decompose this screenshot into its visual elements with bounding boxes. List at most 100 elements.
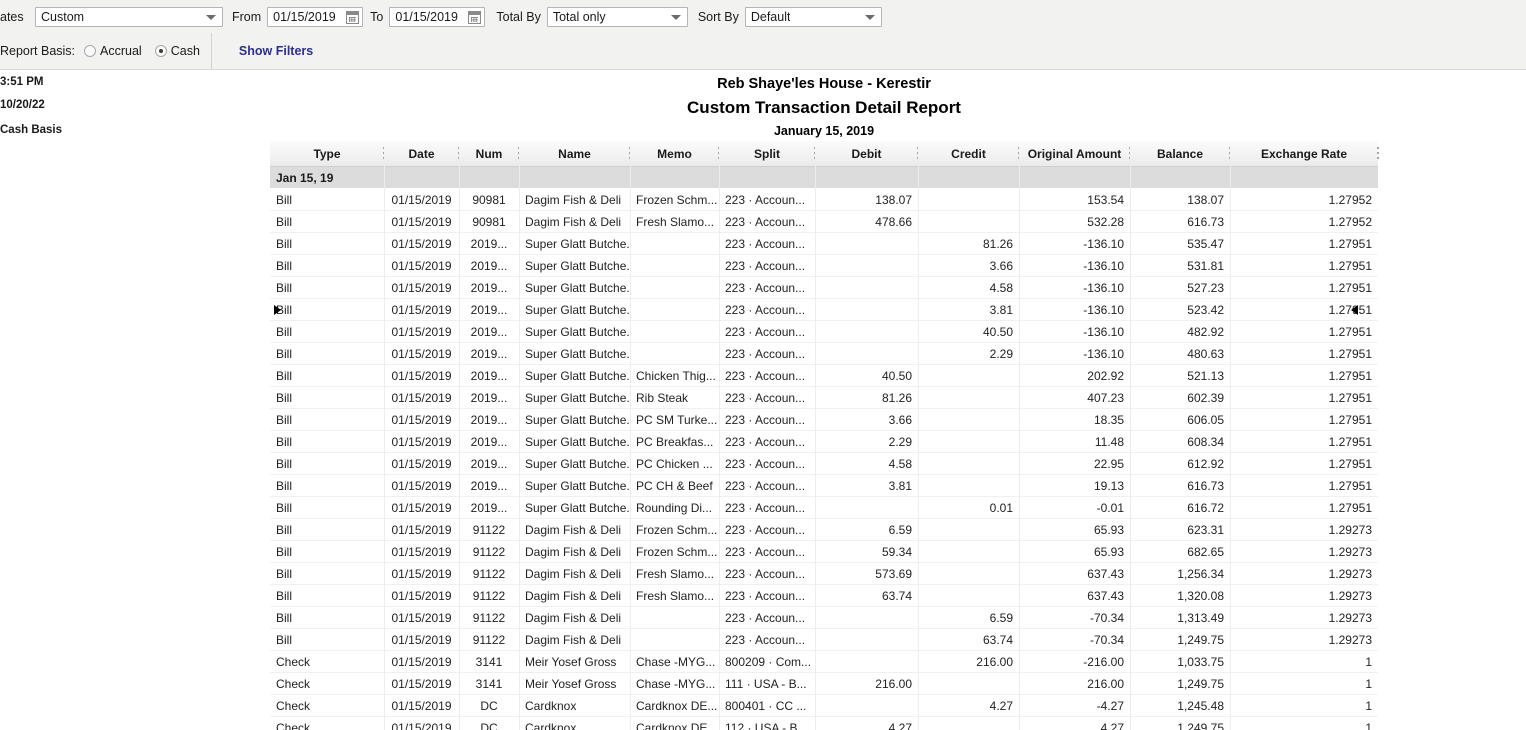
show-filters-link[interactable]: Show Filters — [239, 44, 313, 58]
radio-cash-icon[interactable] — [154, 45, 167, 57]
from-date-value: 01/15/2019 — [273, 9, 336, 24]
radio-accrual[interactable]: Accrual — [84, 44, 142, 58]
table-cell-exchange-rate: 1.27951 — [1230, 364, 1378, 387]
column-header-name[interactable]: Name — [519, 141, 631, 167]
table-cell-memo: Chase -MYG... — [630, 672, 719, 695]
table-cell-num: 2019... — [459, 342, 519, 365]
table-row[interactable]: Bill 01/15/2019 90981 Dagim Fish & Deli Froz… — [270, 188, 1378, 211]
column-header-date[interactable]: Date — [384, 141, 460, 167]
column-resize-handle[interactable] — [1377, 147, 1380, 160]
table-cell-exchange-rate: 1 — [1230, 672, 1378, 695]
calendar-icon[interactable] — [468, 10, 482, 24]
sort-by-dropdown[interactable]: Default — [744, 6, 882, 27]
table-cell-debit: 63.74 — [815, 584, 918, 607]
table-cell-original-amount: 202.92 — [1019, 364, 1130, 387]
column-header-type[interactable]: Type — [270, 141, 385, 167]
table-row[interactable]: Bill 01/15/2019 91122 Dagim Fish & Deli 223 … — [270, 628, 1378, 651]
table-row[interactable]: Bill 01/15/2019 91122 Dagim Fish & Deli 223 … — [270, 606, 1378, 629]
table-row[interactable]: Check 01/15/2019 3141 Meir Yosef Gross Chase… — [270, 672, 1378, 695]
table-cell-credit — [918, 408, 1019, 431]
table-row[interactable]: Bill 01/15/2019 2019... Super Glatt Butche.… — [270, 276, 1378, 299]
table-row[interactable]: Bill 01/15/2019 2019... Super Glatt Butche.… — [270, 232, 1378, 255]
table-cell-memo: Frozen Schm... — [630, 518, 719, 541]
table-row[interactable]: Bill 01/15/2019 2019... Super Glatt Butche.… — [270, 430, 1378, 453]
table-cell-credit: 3.66 — [918, 254, 1019, 277]
table-row[interactable]: Bill 01/15/2019 2019... Super Glatt Butche.… — [270, 408, 1378, 431]
table-cell-original-amount: 19.13 — [1019, 474, 1130, 497]
column-header-exchange-rate[interactable]: Exchange Rate — [1230, 141, 1380, 167]
table-cell-num: 2019... — [459, 254, 519, 277]
total-by-dropdown[interactable]: Total only — [546, 6, 688, 27]
column-header-num[interactable]: Num — [459, 141, 520, 167]
table-cell-memo: Fresh Slamo... — [630, 210, 719, 233]
table-row[interactable]: Check 01/15/2019 DC Cardknox Cardknox DE... 1… — [270, 716, 1378, 730]
radio-accrual-icon[interactable] — [84, 45, 97, 57]
table-cell-split: 223 · Accoun... — [719, 210, 815, 233]
table-cell-balance: 1,245.48 — [1130, 694, 1230, 717]
table-cell-balance: 606.05 — [1130, 408, 1230, 431]
table-cell-name: Super Glatt Butche... — [519, 430, 630, 453]
table-row[interactable]: Bill 01/15/2019 2019... Super Glatt Butche.… — [270, 364, 1378, 387]
report-print-time: 3:51 PM — [0, 76, 44, 88]
table-cell-exchange-rate: 1.27951 — [1230, 342, 1378, 365]
table-cell-type: Check — [270, 672, 384, 695]
table-cell-type: Bill — [270, 540, 384, 563]
table-cell-credit: 4.27 — [918, 694, 1019, 717]
table-cell-date: 01/15/2019 — [384, 386, 459, 409]
table-row[interactable]: Bill 01/15/2019 2019... Super Glatt Butche.… — [270, 474, 1378, 497]
table-cell-memo — [630, 232, 719, 255]
calendar-icon[interactable] — [346, 10, 360, 24]
column-header-balance[interactable]: Balance — [1130, 141, 1231, 167]
table-cell-date: 01/15/2019 — [384, 320, 459, 343]
table-cell-num: 2019... — [459, 430, 519, 453]
table-cell-balance: 531.81 — [1130, 254, 1230, 277]
column-header-original-amount[interactable]: Original Amount — [1019, 141, 1131, 167]
total-by-dropdown-value: Total only — [552, 9, 606, 24]
table-cell-type: Bill — [270, 518, 384, 541]
table-cell-balance: 1,256.34 — [1130, 562, 1230, 585]
table-row[interactable]: Bill 01/15/2019 91122 Dagim Fish & Deli Froz… — [270, 540, 1378, 563]
table-cell-credit — [918, 518, 1019, 541]
table-cell-original-amount: 22.95 — [1019, 452, 1130, 475]
table-cell-type: Bill — [270, 188, 384, 211]
column-header-debit[interactable]: Debit — [815, 141, 919, 167]
table-row[interactable]: Bill 01/15/2019 91122 Dagim Fish & Deli Froz… — [270, 518, 1378, 541]
table-row[interactable]: Bill 01/15/2019 2019... Super Glatt Butche.… — [270, 496, 1378, 519]
table-row[interactable]: Check 01/15/2019 3141 Meir Yosef Gross Chase… — [270, 650, 1378, 673]
to-date-input[interactable]: 01/15/2019 — [389, 6, 486, 27]
table-row[interactable]: Bill 01/15/2019 2019... Super Glatt Butche.… — [270, 298, 1378, 321]
dates-dropdown[interactable]: Custom — [35, 6, 223, 27]
table-row[interactable]: Bill 01/15/2019 90981 Dagim Fish & Deli Fres… — [270, 210, 1378, 233]
table-cell-num: 2019... — [459, 452, 519, 475]
table-cell-num: 90981 — [459, 210, 519, 233]
table-cell-num: DC — [459, 694, 519, 717]
column-header-memo[interactable]: Memo — [630, 141, 720, 167]
table-row[interactable]: Bill 01/15/2019 91122 Dagim Fish & Deli Fres… — [270, 584, 1378, 607]
table-row[interactable]: Bill 01/15/2019 91122 Dagim Fish & Deli Fres… — [270, 562, 1378, 585]
table-row[interactable]: Bill 01/15/2019 2019... Super Glatt Butche.… — [270, 452, 1378, 475]
column-header-credit[interactable]: Credit — [918, 141, 1020, 167]
from-date-input[interactable]: 01/15/2019 — [267, 6, 364, 27]
table-cell-split: 223 · Accoun... — [719, 518, 815, 541]
table-row[interactable]: Bill 01/15/2019 2019... Super Glatt Butche.… — [270, 342, 1378, 365]
column-header-label: Type — [313, 146, 341, 161]
table-row[interactable]: Bill 01/15/2019 2019... Super Glatt Butche.… — [270, 254, 1378, 277]
table-cell-memo — [630, 254, 719, 277]
table-row[interactable]: Bill 01/15/2019 2019... Super Glatt Butche.… — [270, 386, 1378, 409]
column-header-split[interactable]: Split — [719, 141, 816, 167]
table-row[interactable]: Bill 01/15/2019 2019... Super Glatt Butche.… — [270, 320, 1378, 343]
table-row[interactable]: Check 01/15/2019 DC Cardknox Cardknox DE... 8… — [270, 694, 1378, 717]
column-divider — [384, 166, 385, 730]
table-cell-split: 223 · Accoun... — [719, 540, 815, 563]
table-cell-name: Cardknox — [519, 694, 630, 717]
table-cell-credit — [918, 562, 1019, 585]
table-cell-type: Check — [270, 694, 384, 717]
table-cell-type: Bill — [270, 628, 384, 651]
table-cell-date: 01/15/2019 — [384, 408, 459, 431]
table-cell-split: 223 · Accoun... — [719, 188, 815, 211]
table-cell-split: 800401 · CC ... — [719, 694, 815, 717]
table-cell-name: Super Glatt Butche... — [519, 232, 630, 255]
radio-cash[interactable]: Cash — [154, 44, 200, 58]
table-cell-exchange-rate: 1.27951 — [1230, 496, 1378, 519]
table-cell-num: 91122 — [459, 606, 519, 629]
